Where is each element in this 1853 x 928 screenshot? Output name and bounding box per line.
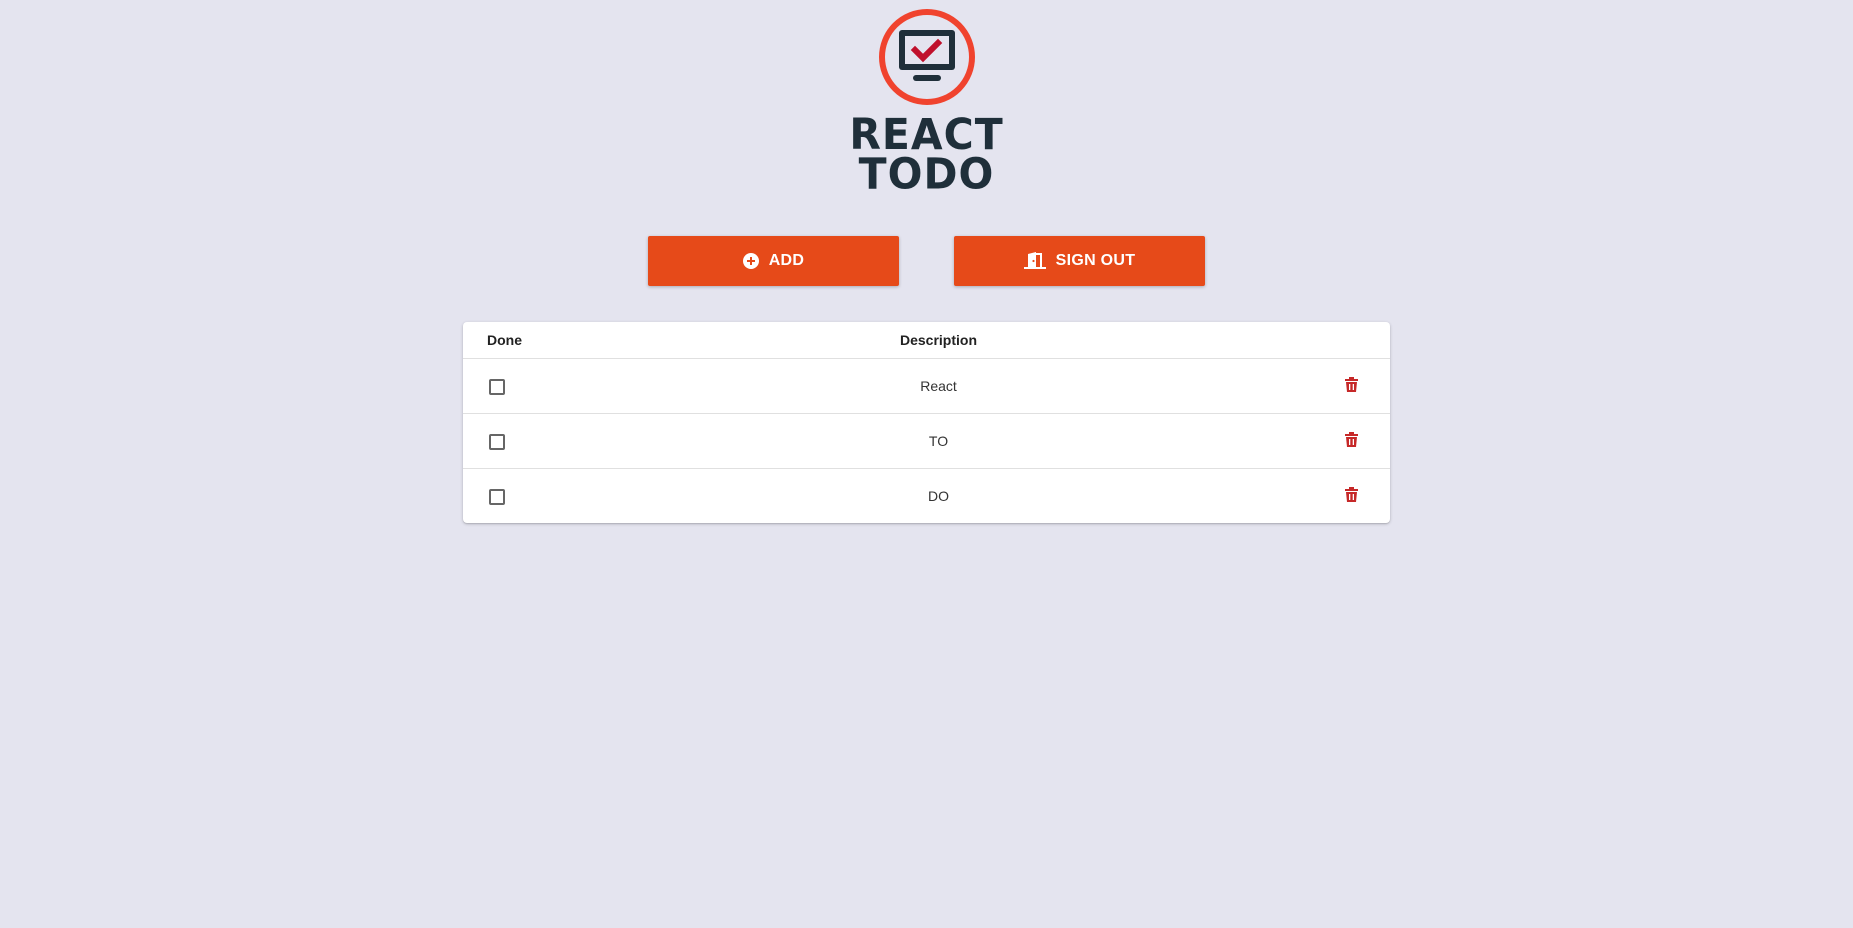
app-logo: REACT TODO: [847, 8, 1007, 200]
todo-table: Done Description React TO DO: [463, 322, 1390, 523]
actions-cell: [1270, 413, 1390, 469]
plus-circle-icon: [742, 253, 759, 269]
monitor-check-logo-icon: [878, 9, 975, 105]
column-header-done: Done: [463, 322, 607, 359]
done-checkbox[interactable]: [489, 488, 505, 505]
table-header-row: Done Description: [463, 322, 1390, 359]
table-row: TO: [463, 413, 1390, 469]
table-row: React: [463, 358, 1390, 414]
delete-button[interactable]: [1345, 487, 1358, 505]
actions-cell: [1270, 358, 1390, 414]
app-logo-text: REACT TODO: [847, 113, 1007, 200]
actions-cell: [1270, 469, 1390, 524]
app-page: REACT TODO ADD SIGN OUT Done Description…: [0, 0, 1853, 928]
column-header-actions: [1270, 322, 1390, 359]
sign-out-button-label: SIGN OUT: [1055, 252, 1136, 269]
done-cell: [463, 358, 607, 414]
add-button[interactable]: ADD: [648, 236, 899, 286]
description-cell: DO: [928, 488, 949, 504]
action-bar: ADD SIGN OUT: [0, 236, 1853, 286]
column-header-description: Description: [607, 322, 1270, 359]
done-cell: [463, 469, 607, 524]
trash-icon: [1345, 487, 1358, 503]
add-button-label: ADD: [768, 252, 805, 269]
logo-line-2: TODO: [858, 148, 995, 200]
door-exit-icon: [1023, 252, 1046, 269]
todo-table-card: Done Description React TO DO: [463, 322, 1390, 523]
trash-icon: [1345, 377, 1358, 393]
done-checkbox[interactable]: [489, 378, 505, 395]
done-checkbox[interactable]: [489, 433, 505, 450]
done-cell: [463, 413, 607, 469]
description-cell: React: [607, 358, 1270, 414]
delete-button[interactable]: [1345, 432, 1358, 450]
trash-icon: [1345, 432, 1358, 448]
description-cell: TO: [607, 413, 1270, 469]
table-row: DO: [463, 469, 1390, 524]
sign-out-button[interactable]: SIGN OUT: [954, 236, 1205, 286]
delete-button[interactable]: [1345, 377, 1358, 395]
